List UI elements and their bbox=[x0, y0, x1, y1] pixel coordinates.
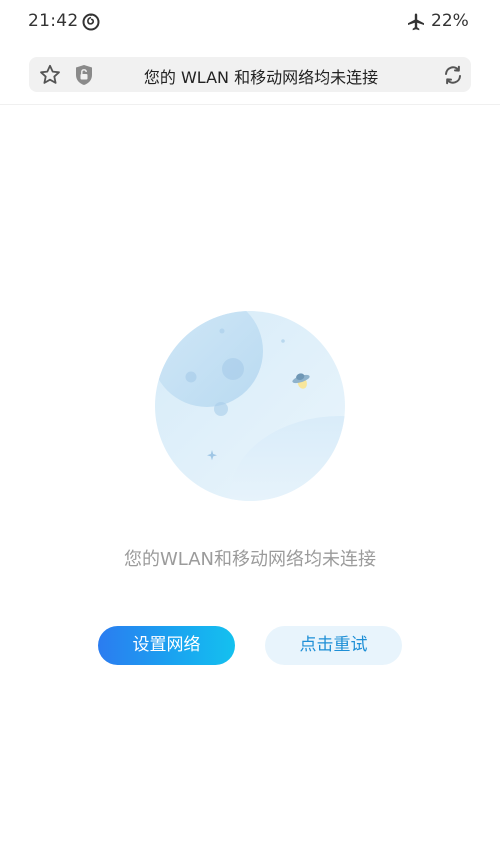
address-bar[interactable]: 您的 WLAN 和移动网络均未连接 bbox=[29, 57, 471, 92]
moon-planet-icon bbox=[155, 311, 345, 501]
settings-network-button[interactable]: 设置网络 bbox=[98, 626, 235, 665]
refresh-icon[interactable] bbox=[441, 63, 465, 87]
status-bar: 21:42 22% bbox=[0, 0, 500, 44]
shield-lock-icon[interactable] bbox=[74, 64, 94, 86]
header-divider bbox=[0, 104, 500, 105]
airplane-mode-icon bbox=[406, 12, 426, 32]
status-time: 21:42 bbox=[28, 11, 79, 31]
netease-music-icon bbox=[82, 13, 100, 31]
no-network-message: 您的WLAN和移动网络均未连接 bbox=[123, 549, 377, 570]
screen: 21:42 22% 您的 WLAN 和移动网络均未连接 您的WLAN和移动网络均… bbox=[0, 0, 500, 866]
star-icon[interactable] bbox=[38, 63, 62, 87]
retry-button[interactable]: 点击重试 bbox=[265, 626, 402, 665]
address-text[interactable]: 您的 WLAN 和移动网络均未连接 bbox=[99, 64, 423, 88]
battery-level: 22% bbox=[431, 11, 469, 31]
